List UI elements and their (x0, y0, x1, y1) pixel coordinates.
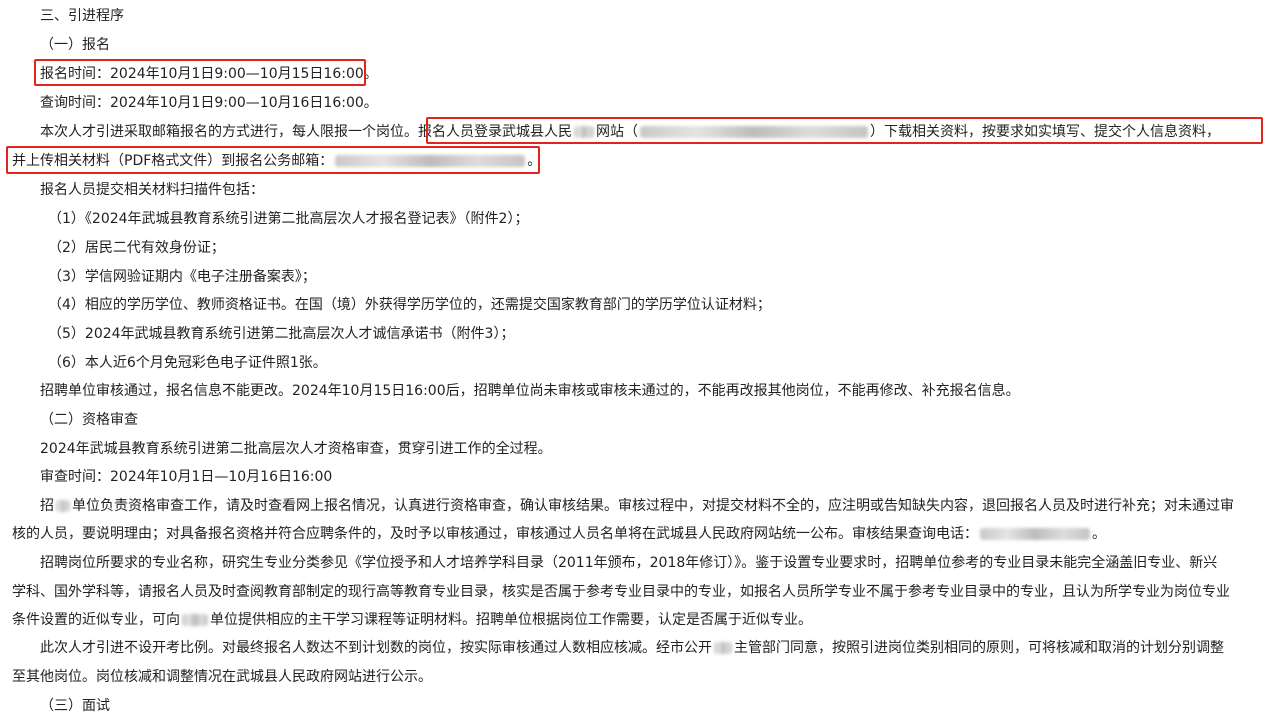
material-item: （4）相应的学历学位、教师资格证书。在国（境）外获得学历学位的，还需提交国家教育… (48, 297, 771, 313)
paragraph-major-line1: 招聘岗位所要求的专业名称，研究生专业分类参见《学位授予和人才培养学科目录（201… (40, 555, 1218, 571)
review-line2-text: 核的人员，要说明理由；对具备报名资格并符合应聘条件的，及时予以审核通过，审核通过… (12, 526, 978, 542)
paragraph-ratio-line1: 此次人才引进不设开考比例。对最终报名人数达不到计划数的岗位，按实际审核通过人数相… (40, 637, 1280, 659)
paragraph-ratio-line2: 至其他岗位。岗位核减和调整情况在武城县人民政府网站进行公示。 (12, 669, 432, 685)
material-item: （3）学信网验证期内《电子注册备案表》； (48, 269, 316, 285)
review-line1-start: 招 (40, 498, 54, 514)
qualification-time: 审查时间：2024年10月1日—10月16日16:00 (40, 469, 333, 485)
subheading-registration: （一）报名 (40, 37, 110, 53)
paragraph-major-line3: 条件设置的近似专业，可向 单位提供相应的主干学习课程等证明材料。招聘单位根据岗位工… (12, 609, 1280, 631)
ratio-line1-rest: 主管部门同意，按照引进岗位类别相同的原则，可将核减和取消的计划分别调整 (734, 640, 1224, 656)
major-line3-start: 条件设置的近似专业，可向 (12, 612, 180, 628)
section-heading: 三、引进程序 (40, 8, 124, 24)
review-line2-end: 。 (1092, 526, 1106, 542)
highlight-box-upload-email (6, 146, 540, 174)
subheading-qualification-review: （二）资格审查 (40, 412, 138, 428)
materials-intro: 报名人员提交相关材料扫描件包括： (40, 182, 264, 198)
subheading-interview: （三）面试 (40, 698, 110, 714)
highlight-box-registration-instructions (426, 117, 1263, 144)
redacted-phone (980, 528, 1090, 540)
redacted-text (714, 642, 732, 654)
review-line1-rest: 单位负责资格审查工作，请及时查看网上报名情况，认真进行资格审查，确认审核结果。审… (72, 498, 1234, 514)
material-item: （1）《2024年武城县教育系统引进第二批高层次人才报名登记表》（附件2）； (48, 211, 529, 227)
redacted-text (182, 614, 208, 626)
material-item: （5）2024年武城县教育系统引进第二批高层次人才诚信承诺书（附件3）； (48, 326, 515, 342)
ratio-line1-start: 此次人才引进不设开考比例。对最终报名人数达不到计划数的岗位，按实际审核通过人数相… (40, 640, 712, 656)
qualification-description: 2024年武城县教育系统引进第二批高层次人才资格审查，贯穿引进工作的全过程。 (40, 441, 552, 457)
paragraph-review-line2: 核的人员，要说明理由；对具备报名资格并符合应聘条件的，及时予以审核通过，审核通过… (12, 523, 1280, 545)
paragraph-review-line1: 招 单位负责资格审查工作，请及时查看网上报名情况，认真进行资格审查，确认审核结果。… (40, 495, 1280, 517)
major-line3-rest: 单位提供相应的主干学习课程等证明材料。招聘单位根据岗位工作需要，认定是否属于近似… (210, 612, 812, 628)
redacted-text (56, 500, 70, 512)
paragraph-major-line2: 学科、国外学科等，请报名人员及时查阅教育部制定的现行高等教育专业目录，核实是否属… (12, 584, 1230, 600)
review-note: 招聘单位审核通过，报名信息不能更改。2024年10月15日16:00后，招聘单位… (40, 383, 1020, 399)
registration-method-text: 本次人才引进采取邮箱报名的方式进行，每人限报一个岗位。 (40, 124, 418, 140)
material-item: （6）本人近6个月免冠彩色电子证件照1张。 (48, 355, 327, 371)
material-item: （2）居民二代有效身份证； (48, 240, 225, 256)
query-time: 查询时间：2024年10月1日9:00—10月16日16:00。 (40, 95, 378, 111)
highlight-box-registration-time (34, 59, 366, 86)
